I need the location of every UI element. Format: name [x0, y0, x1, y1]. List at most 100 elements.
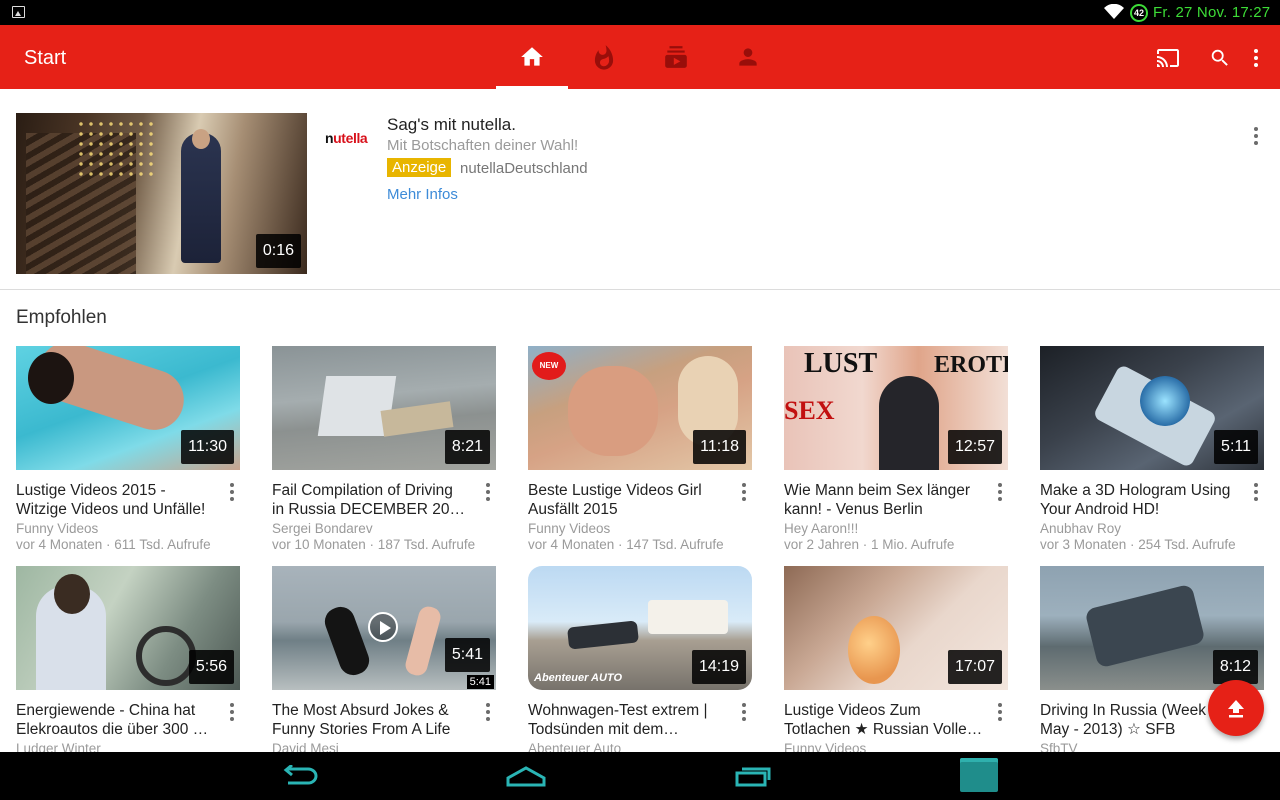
video-menu-button[interactable] [1248, 480, 1264, 504]
video-feed[interactable]: Empfohlen 11:30 Lustige Videos 2015 - Wit… [0, 290, 1280, 752]
thumbnail-lights [76, 119, 156, 179]
video-title[interactable]: Lustige Videos Zum Totlachen ★ Russian Vo… [784, 701, 984, 739]
video-thumbnail[interactable]: LUST EROTIK SEX 12:57 [784, 346, 1008, 470]
search-icon [1211, 49, 1228, 66]
subscriptions-icon [665, 46, 687, 68]
upload-icon [1228, 700, 1244, 718]
video-title[interactable]: Beste Lustige Videos Girl Ausfällt 2015 [528, 481, 728, 519]
tab-home[interactable] [496, 25, 568, 89]
ad-channel: nutellaDeutschland [460, 160, 588, 177]
video-menu-button[interactable] [224, 700, 240, 724]
video-channel: Funny Videos [784, 741, 867, 752]
cast-button[interactable] [1155, 45, 1181, 71]
advertiser-logo: nnutellautella [325, 130, 368, 146]
battery-icon: 42 [1130, 4, 1148, 22]
recents-icon [735, 767, 771, 787]
video-channel: David Mesi [272, 741, 339, 752]
video-duration: 0:16 [255, 234, 301, 268]
thumbnail-word: SEX [784, 396, 835, 425]
video-duration: 8:12 [1212, 650, 1258, 684]
tab-subscriptions[interactable] [640, 25, 712, 89]
video-thumbnail[interactable]: 5:56 [16, 566, 240, 690]
back-button[interactable] [277, 762, 321, 790]
video-title[interactable]: Lustige Videos 2015 - Witzige Videos und … [16, 481, 216, 519]
video-channel: Anubhav Roy [1040, 521, 1122, 536]
thumbnail-figure [181, 129, 221, 263]
video-meta: vor 10 Monaten · 187 Tsd. Aufrufe [272, 537, 476, 552]
video-channel: Abenteuer Auto [528, 741, 622, 752]
video-duration: 14:19 [691, 650, 746, 684]
video-meta: vor 3 Monaten · 254 Tsd. Aufrufe [1040, 537, 1236, 552]
status-clock: Fr. 27 Nov. 17:27 [1153, 4, 1271, 21]
video-thumbnail[interactable]: 8:12 [1040, 566, 1264, 690]
video-meta: vor 2 Jahren · 1 Mio. Aufrufe [784, 537, 955, 552]
video-thumbnail[interactable]: 5:41 5:41 [272, 566, 496, 690]
overflow-menu-icon [1254, 49, 1258, 67]
page-title: Start [24, 47, 67, 69]
video-menu-button[interactable] [736, 480, 752, 504]
video-meta: vor 4 Monaten · 611 Tsd. Aufrufe [16, 537, 211, 552]
video-title[interactable]: Make a 3D Hologram Using Your Android HD! [1040, 481, 1240, 519]
video-meta: vor 4 Monaten · 147 Tsd. Aufrufe [528, 537, 724, 552]
video-duration: 5:11 [1214, 430, 1258, 464]
app-bar: Start [0, 25, 1280, 89]
video-title[interactable]: Fail Compilation of Driving in Russia DEC… [272, 481, 472, 519]
video-thumbnail[interactable]: NEW 11:18 [528, 346, 752, 470]
video-menu-button[interactable] [992, 700, 1008, 724]
video-title[interactable]: Energiewende - China hat Elekroautos die … [16, 701, 216, 739]
ad-subtitle: Mit Botschaften deiner Wahl! [387, 137, 579, 154]
ad-title[interactable]: Sag's mit nutella. [387, 115, 516, 135]
video-menu-button[interactable] [224, 480, 240, 504]
more-info-link[interactable]: Mehr Infos [387, 186, 458, 203]
video-channel: Sergei Bondarev [272, 521, 373, 536]
video-thumbnail[interactable]: 11:30 [16, 346, 240, 470]
video-thumbnail[interactable]: 17:07 [784, 566, 1008, 690]
video-menu-button[interactable] [992, 480, 1008, 504]
video-duration: 11:18 [693, 430, 746, 464]
home-outline-icon [506, 766, 546, 787]
section-title: Empfohlen [16, 307, 107, 328]
video-menu-button[interactable] [736, 700, 752, 724]
upload-button[interactable] [1208, 680, 1264, 736]
recents-button[interactable] [731, 762, 775, 790]
home-icon [521, 47, 543, 66]
image-notification-icon [12, 6, 25, 18]
flame-icon [594, 45, 614, 70]
video-duration: 11:30 [181, 430, 234, 464]
video-thumbnail[interactable]: Abenteuer AUTO 14:19 [528, 566, 752, 690]
video-duration: 5:56 [188, 650, 234, 684]
new-sticker: NEW [532, 352, 566, 380]
video-channel: Hey Aaron!!! [784, 521, 859, 536]
person-icon [739, 48, 757, 66]
ad-video-thumbnail[interactable]: 0:16 [16, 113, 307, 274]
video-thumbnail[interactable]: 5:11 [1040, 346, 1264, 470]
search-button[interactable] [1207, 45, 1233, 71]
video-menu-button[interactable] [480, 700, 496, 724]
more-options-button[interactable] [1243, 45, 1269, 71]
tab-account[interactable] [712, 25, 784, 89]
video-title[interactable]: The Most Absurd Jokes & Funny Stories Fro… [272, 701, 472, 739]
embedded-duration: 5:41 [466, 675, 494, 689]
video-title[interactable]: Wohnwagen-Test extrem | Todsünden mit dem… [528, 701, 728, 739]
video-duration: 12:57 [947, 430, 1002, 464]
video-channel: Funny Videos [16, 521, 99, 536]
ad-menu-button[interactable] [1248, 124, 1264, 148]
video-channel: Ludger Winter [16, 741, 101, 752]
play-icon [368, 612, 398, 642]
tab-trending[interactable] [568, 25, 640, 89]
video-thumbnail[interactable]: 8:21 [272, 346, 496, 470]
home-nav-button[interactable] [504, 762, 548, 790]
cast-icon [1157, 49, 1179, 67]
video-menu-button[interactable] [480, 480, 496, 504]
status-bar: 42 Fr. 27 Nov. 17:27 [0, 0, 1280, 25]
wifi-icon [1104, 4, 1124, 19]
ad-badge: Anzeige [387, 158, 452, 177]
video-duration: 17:07 [947, 650, 1002, 684]
video-channel: Funny Videos [528, 521, 611, 536]
channel-watermark: Abenteuer AUTO [534, 672, 623, 684]
app-drawer-icon[interactable] [960, 758, 998, 792]
video-title[interactable]: Wie Mann beim Sex länger kann! - Venus Be… [784, 481, 984, 519]
back-icon [283, 765, 318, 785]
thumbnail-word: LUST [804, 348, 878, 379]
system-nav-bar [0, 752, 1280, 800]
